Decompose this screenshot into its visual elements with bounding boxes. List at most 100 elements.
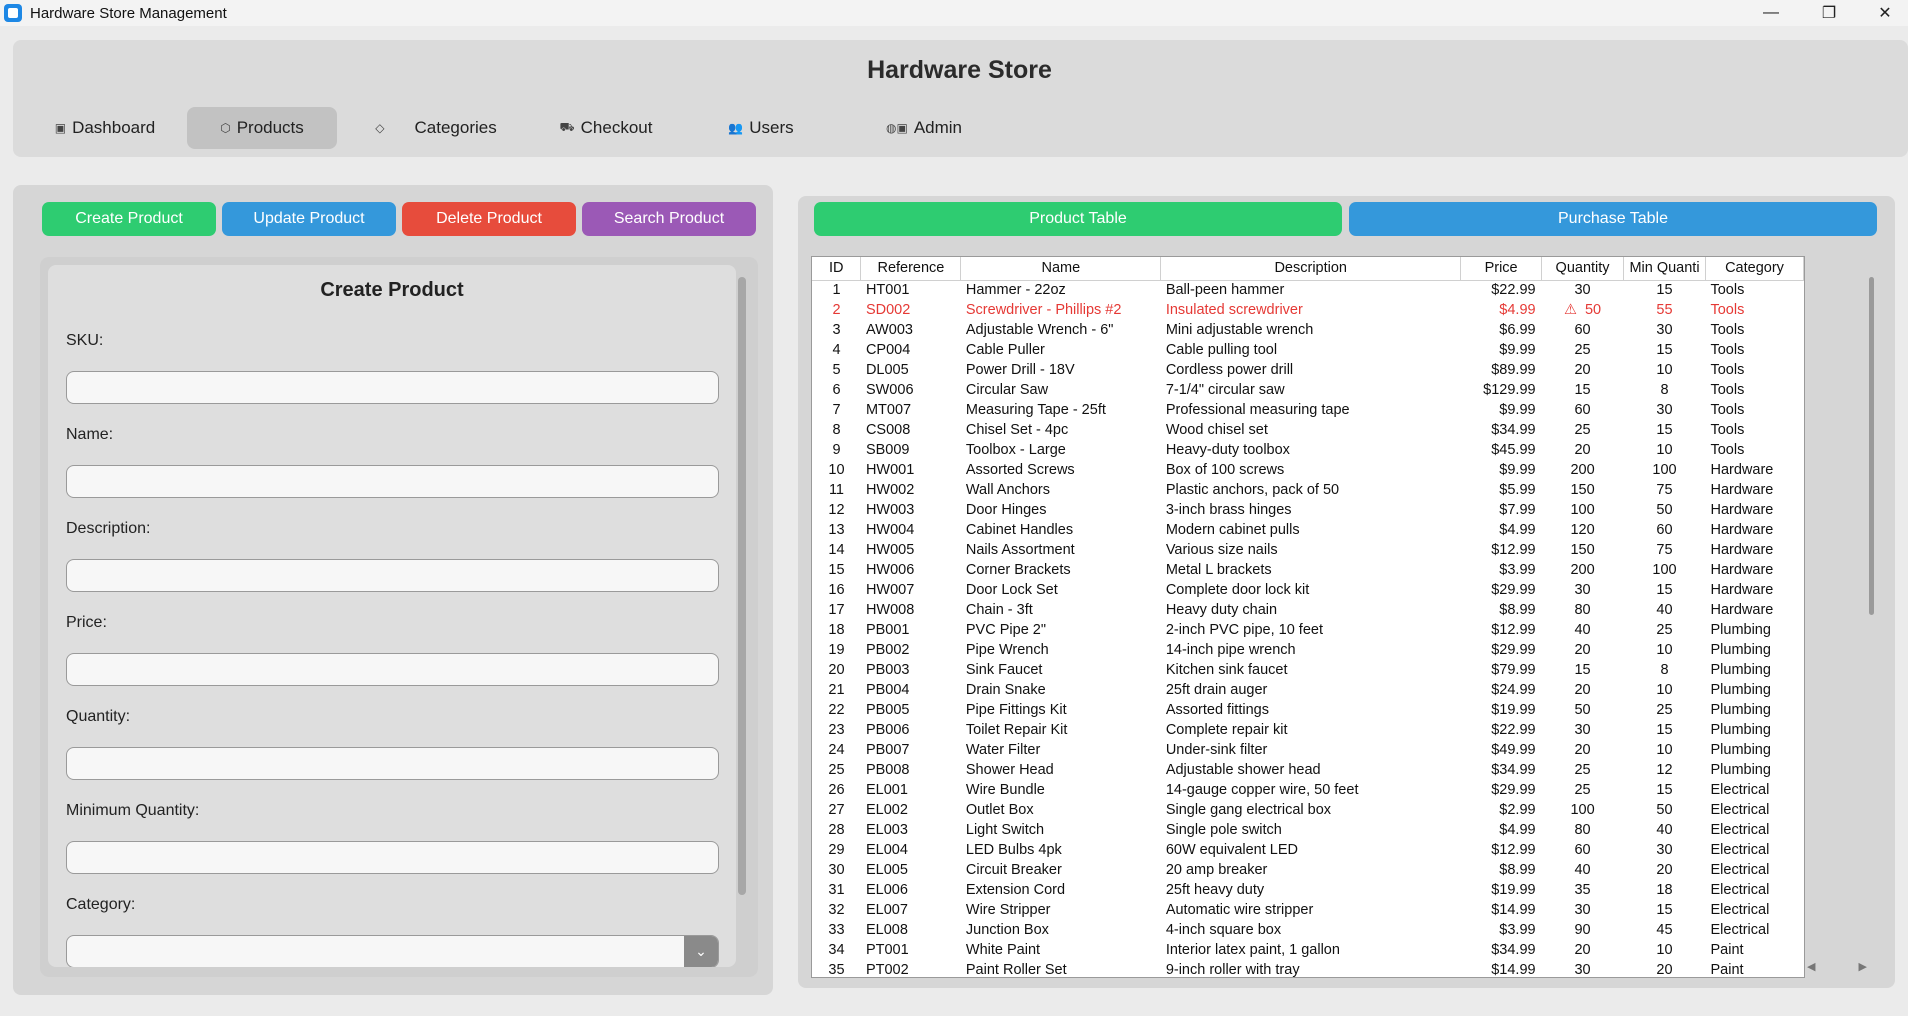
- maximize-button[interactable]: ❐: [1806, 0, 1852, 26]
- column-header[interactable]: Description: [1160, 257, 1462, 281]
- table-row[interactable]: 12 HW003 Door Hinges 3-inch brass hinges $7.…: [812, 500, 1804, 520]
- update-product-button[interactable]: Update Product: [222, 202, 396, 236]
- tab-checkout[interactable]: ⛟ Checkout: [531, 107, 681, 149]
- tab-admin[interactable]: ◍▣ Admin: [849, 107, 999, 149]
- table-cell: 30: [1574, 582, 1591, 598]
- table-row[interactable]: 16 HW007 Door Lock Set Complete door lock k…: [812, 580, 1804, 600]
- close-button[interactable]: ✕: [1862, 0, 1908, 26]
- table-row[interactable]: 20 PB003 Sink Faucet Kitchen sink faucet $79…: [812, 660, 1804, 680]
- minimize-button[interactable]: —: [1748, 0, 1794, 26]
- delete-product-button[interactable]: Delete Product: [402, 202, 576, 236]
- table-row[interactable]: 8 CS008 Chisel Set - 4pc Wood chisel set $34…: [812, 420, 1804, 440]
- tab-dashboard[interactable]: ▣ Dashboard: [40, 107, 170, 149]
- table-cell: LED Bulbs 4pk: [965, 842, 1062, 858]
- table-row[interactable]: 23 PB006 Toilet Repair Kit Complete repair …: [812, 720, 1804, 740]
- table-cell: $22.99: [1491, 722, 1536, 738]
- table-row[interactable]: 28 EL003 Light Switch Single pole switch $4.…: [812, 820, 1804, 840]
- form-scrollbar[interactable]: [738, 277, 746, 895]
- table-cell: Nails Assortment: [965, 542, 1075, 558]
- tab-purchase-table[interactable]: Purchase Table: [1349, 202, 1877, 236]
- table-cell: CP004: [865, 342, 911, 358]
- search-product-button[interactable]: Search Product: [582, 202, 756, 236]
- column-header[interactable]: Price: [1460, 257, 1543, 281]
- table-row[interactable]: 14 HW005 Nails Assortment Various size nail…: [812, 540, 1804, 560]
- table-row[interactable]: 34 PT001 White Paint Interior latex paint, …: [812, 940, 1804, 960]
- table-row[interactable]: 3 AW003 Adjustable Wrench - 6" Mini adjusta…: [812, 320, 1804, 340]
- tab-categories[interactable]: ◇ Categories: [361, 107, 511, 149]
- table-row[interactable]: 18 PB001 PVC Pipe 2" 2-inch PVC pipe, 10 fe…: [812, 620, 1804, 640]
- table-cell: HW004: [865, 522, 915, 538]
- table-cell: Wire Stripper: [965, 902, 1051, 918]
- table-row[interactable]: 25 PB008 Shower Head Adjustable shower head…: [812, 760, 1804, 780]
- table-row[interactable]: 22 PB005 Pipe Fittings Kit Assorted fitting…: [812, 700, 1804, 720]
- sku-field[interactable]: [66, 371, 719, 404]
- table-cell: 75: [1656, 542, 1673, 558]
- create-product-form[interactable]: Create Product SKU: Name: Description: P…: [48, 265, 736, 967]
- table-hscrollbar[interactable]: ◀ ▶: [1807, 960, 1867, 978]
- table-cell: 7-1/4" circular saw: [1165, 382, 1285, 398]
- table-row[interactable]: 4 CP004 Cable Puller Cable pulling tool $9.9…: [812, 340, 1804, 360]
- table-row[interactable]: 33 EL008 Junction Box 4-inch square box $3.9…: [812, 920, 1804, 940]
- table-cell: 10: [828, 462, 845, 478]
- table-cell: Door Hinges: [965, 502, 1047, 518]
- table-row[interactable]: 24 PB007 Water Filter Under-sink filter $49.…: [812, 740, 1804, 760]
- tab-products[interactable]: ⬡ Products: [187, 107, 337, 149]
- table-cell: 34: [828, 942, 845, 958]
- table-row[interactable]: 30 EL005 Circuit Breaker 20 amp breaker $8.9…: [812, 860, 1804, 880]
- table-row[interactable]: 2 SD002 Screwdriver - Phillips #2 Insulated…: [812, 300, 1804, 320]
- table-row[interactable]: 19 PB002 Pipe Wrench 14-inch pipe wrench $29…: [812, 640, 1804, 660]
- table-row[interactable]: 32 EL007 Wire Stripper Automatic wire strip…: [812, 900, 1804, 920]
- column-header[interactable]: ID: [812, 257, 862, 281]
- column-header[interactable]: Name: [960, 257, 1162, 281]
- table-cell: $45.99: [1491, 442, 1536, 458]
- description-field[interactable]: [66, 559, 719, 592]
- category-select[interactable]: [66, 935, 719, 967]
- table-cell: Tools: [1710, 422, 1745, 438]
- table-row[interactable]: 21 PB004 Drain Snake 25ft drain auger $24.99…: [812, 680, 1804, 700]
- table-cell: $4.99: [1499, 302, 1536, 318]
- table-cell: 7: [832, 402, 841, 418]
- tab-product-table[interactable]: Product Table: [814, 202, 1342, 236]
- table-cell: Single gang electrical box: [1165, 802, 1332, 818]
- column-header[interactable]: Min Quanti: [1623, 257, 1706, 281]
- table-cell: 20: [1574, 942, 1591, 958]
- table-row[interactable]: 15 HW006 Corner Brackets Metal L brackets $3…: [812, 560, 1804, 580]
- table-cell: 11: [828, 482, 844, 498]
- table-row[interactable]: 5 DL005 Power Drill - 18V Cordless power dr…: [812, 360, 1804, 380]
- table-cell: Plumbing: [1710, 762, 1771, 778]
- table-row[interactable]: 9 SB009 Toolbox - Large Heavy-duty toolbox $…: [812, 440, 1804, 460]
- table-row[interactable]: 29 EL004 LED Bulbs 4pk 60W equivalent LED $1…: [812, 840, 1804, 860]
- category-label: Category:: [66, 896, 136, 913]
- column-header[interactable]: Category: [1705, 257, 1804, 281]
- table-row[interactable]: 6 SW006 Circular Saw 7-1/4" circular saw $12…: [812, 380, 1804, 400]
- table-cell: HW008: [865, 602, 915, 618]
- min-quantity-field[interactable]: [66, 841, 719, 874]
- table-row[interactable]: 27 EL002 Outlet Box Single gang electrical …: [812, 800, 1804, 820]
- scroll-right-icon[interactable]: ▶: [1859, 960, 1867, 978]
- column-header[interactable]: Quantity: [1541, 257, 1625, 281]
- scroll-left-icon[interactable]: ◀: [1807, 960, 1815, 978]
- table-row[interactable]: 11 HW002 Wall Anchors Plastic anchors, pack…: [812, 480, 1804, 500]
- table-cell: PB001: [865, 622, 910, 638]
- quantity-field[interactable]: [66, 747, 719, 780]
- table-cell: 10: [1656, 362, 1673, 378]
- tab-users[interactable]: 👥 Users: [686, 107, 836, 149]
- create-product-button[interactable]: Create Product: [42, 202, 216, 236]
- price-field[interactable]: [66, 653, 719, 686]
- chevron-down-icon[interactable]: ⌄: [684, 936, 718, 967]
- table-row[interactable]: 7 MT007 Measuring Tape - 25ft Professional …: [812, 400, 1804, 420]
- table-row[interactable]: 17 HW008 Chain - 3ft Heavy duty chain $8.99 8…: [812, 600, 1804, 620]
- table-cell: 20: [828, 662, 845, 678]
- table-row[interactable]: 26 EL001 Wire Bundle 14-gauge copper wire, …: [812, 780, 1804, 800]
- table-row[interactable]: 13 HW004 Cabinet Handles Modern cabinet pul…: [812, 520, 1804, 540]
- column-header[interactable]: Reference: [860, 257, 962, 281]
- table-cell: ⚠ 50: [1542, 300, 1624, 320]
- table-row[interactable]: 31 EL006 Extension Cord 25ft heavy duty $19.…: [812, 880, 1804, 900]
- table-row[interactable]: 10 HW001 Assorted Screws Box of 100 screws $…: [812, 460, 1804, 480]
- table-cell: Circular Saw: [965, 382, 1049, 398]
- table-cell: 20 amp breaker: [1165, 862, 1268, 878]
- table-scrollbar[interactable]: [1869, 277, 1874, 615]
- table-row[interactable]: 1 HT001 Hammer - 22oz Ball-peen hammer $22.9…: [812, 280, 1804, 300]
- name-field[interactable]: [66, 465, 719, 498]
- table-row[interactable]: 35 PT002 Paint Roller Set 9-inch roller wit…: [812, 960, 1804, 977]
